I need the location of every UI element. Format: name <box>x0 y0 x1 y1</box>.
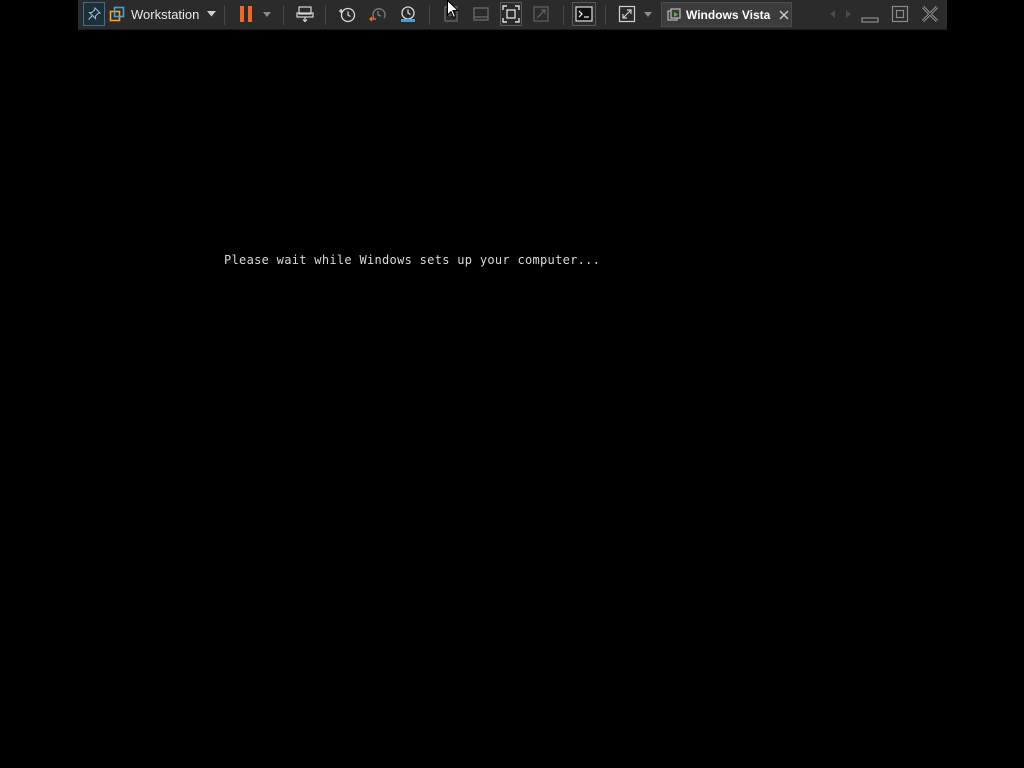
toolbar-separator <box>605 5 606 25</box>
toolbar-separator <box>283 5 284 25</box>
fit-window-icon <box>533 6 549 22</box>
tab-scroll-right-button[interactable] <box>843 2 853 26</box>
library-icon <box>473 7 489 21</box>
console-view-icon <box>575 6 593 22</box>
revert-snapshot-icon <box>369 8 386 22</box>
snapshot-manager-button[interactable] <box>397 2 419 26</box>
vm-toolbar: Workstation Windows Vista <box>78 0 947 30</box>
snapshot-icon <box>339 7 356 23</box>
minimize-button[interactable] <box>859 2 881 26</box>
vm-console-screen[interactable]: Please wait while Windows sets up your c… <box>0 31 1024 768</box>
tab-scroll-left-button[interactable] <box>827 2 837 26</box>
pause-button[interactable] <box>236 2 256 26</box>
full-screen-icon <box>502 5 520 23</box>
mouse-cursor-icon <box>447 0 459 19</box>
close-icon <box>779 10 789 19</box>
workstation-label: Workstation <box>131 6 200 22</box>
tab-label: Windows Vista <box>686 7 771 22</box>
chevron-down-icon <box>263 11 271 17</box>
toolbar-separator <box>429 5 430 25</box>
power-options-dropdown[interactable] <box>260 2 274 26</box>
revert-snapshot-button[interactable] <box>367 2 389 26</box>
vmware-logo-icon <box>109 6 125 22</box>
fit-window-button[interactable] <box>530 2 552 26</box>
tab-close-button[interactable] <box>779 10 789 20</box>
close-window-icon <box>921 5 939 23</box>
toolbar-separator <box>563 5 564 25</box>
library-button[interactable] <box>470 2 492 26</box>
workstation-menu-button[interactable]: Workstation <box>109 2 219 26</box>
restore-button[interactable] <box>889 2 911 26</box>
minimize-icon <box>861 17 879 23</box>
setup-status-message: Please wait while Windows sets up your c… <box>224 253 601 267</box>
take-snapshot-button[interactable] <box>336 2 358 26</box>
pin-icon <box>88 7 101 20</box>
chevron-down-icon <box>207 11 217 17</box>
toolbar-separator <box>224 5 225 25</box>
send-keys-icon <box>296 6 314 23</box>
stretch-button[interactable] <box>616 2 638 26</box>
chevron-down-icon <box>644 11 652 17</box>
stretch-icon <box>618 5 636 23</box>
stretch-options-dropdown[interactable] <box>641 2 655 26</box>
pause-icon <box>240 6 252 22</box>
close-window-button[interactable] <box>919 2 941 26</box>
chevron-right-icon <box>845 10 851 18</box>
full-screen-button[interactable] <box>500 2 522 26</box>
vm-running-icon <box>667 7 681 21</box>
restore-icon <box>891 5 909 23</box>
pin-button[interactable] <box>83 2 105 26</box>
console-view-button[interactable] <box>572 2 596 26</box>
toolbar-separator <box>325 5 326 25</box>
snapshot-manager-icon <box>401 6 415 22</box>
chevron-left-icon <box>829 10 835 18</box>
send-ctrl-alt-del-button[interactable] <box>294 2 316 26</box>
tab-windows-vista[interactable]: Windows Vista <box>661 2 792 27</box>
